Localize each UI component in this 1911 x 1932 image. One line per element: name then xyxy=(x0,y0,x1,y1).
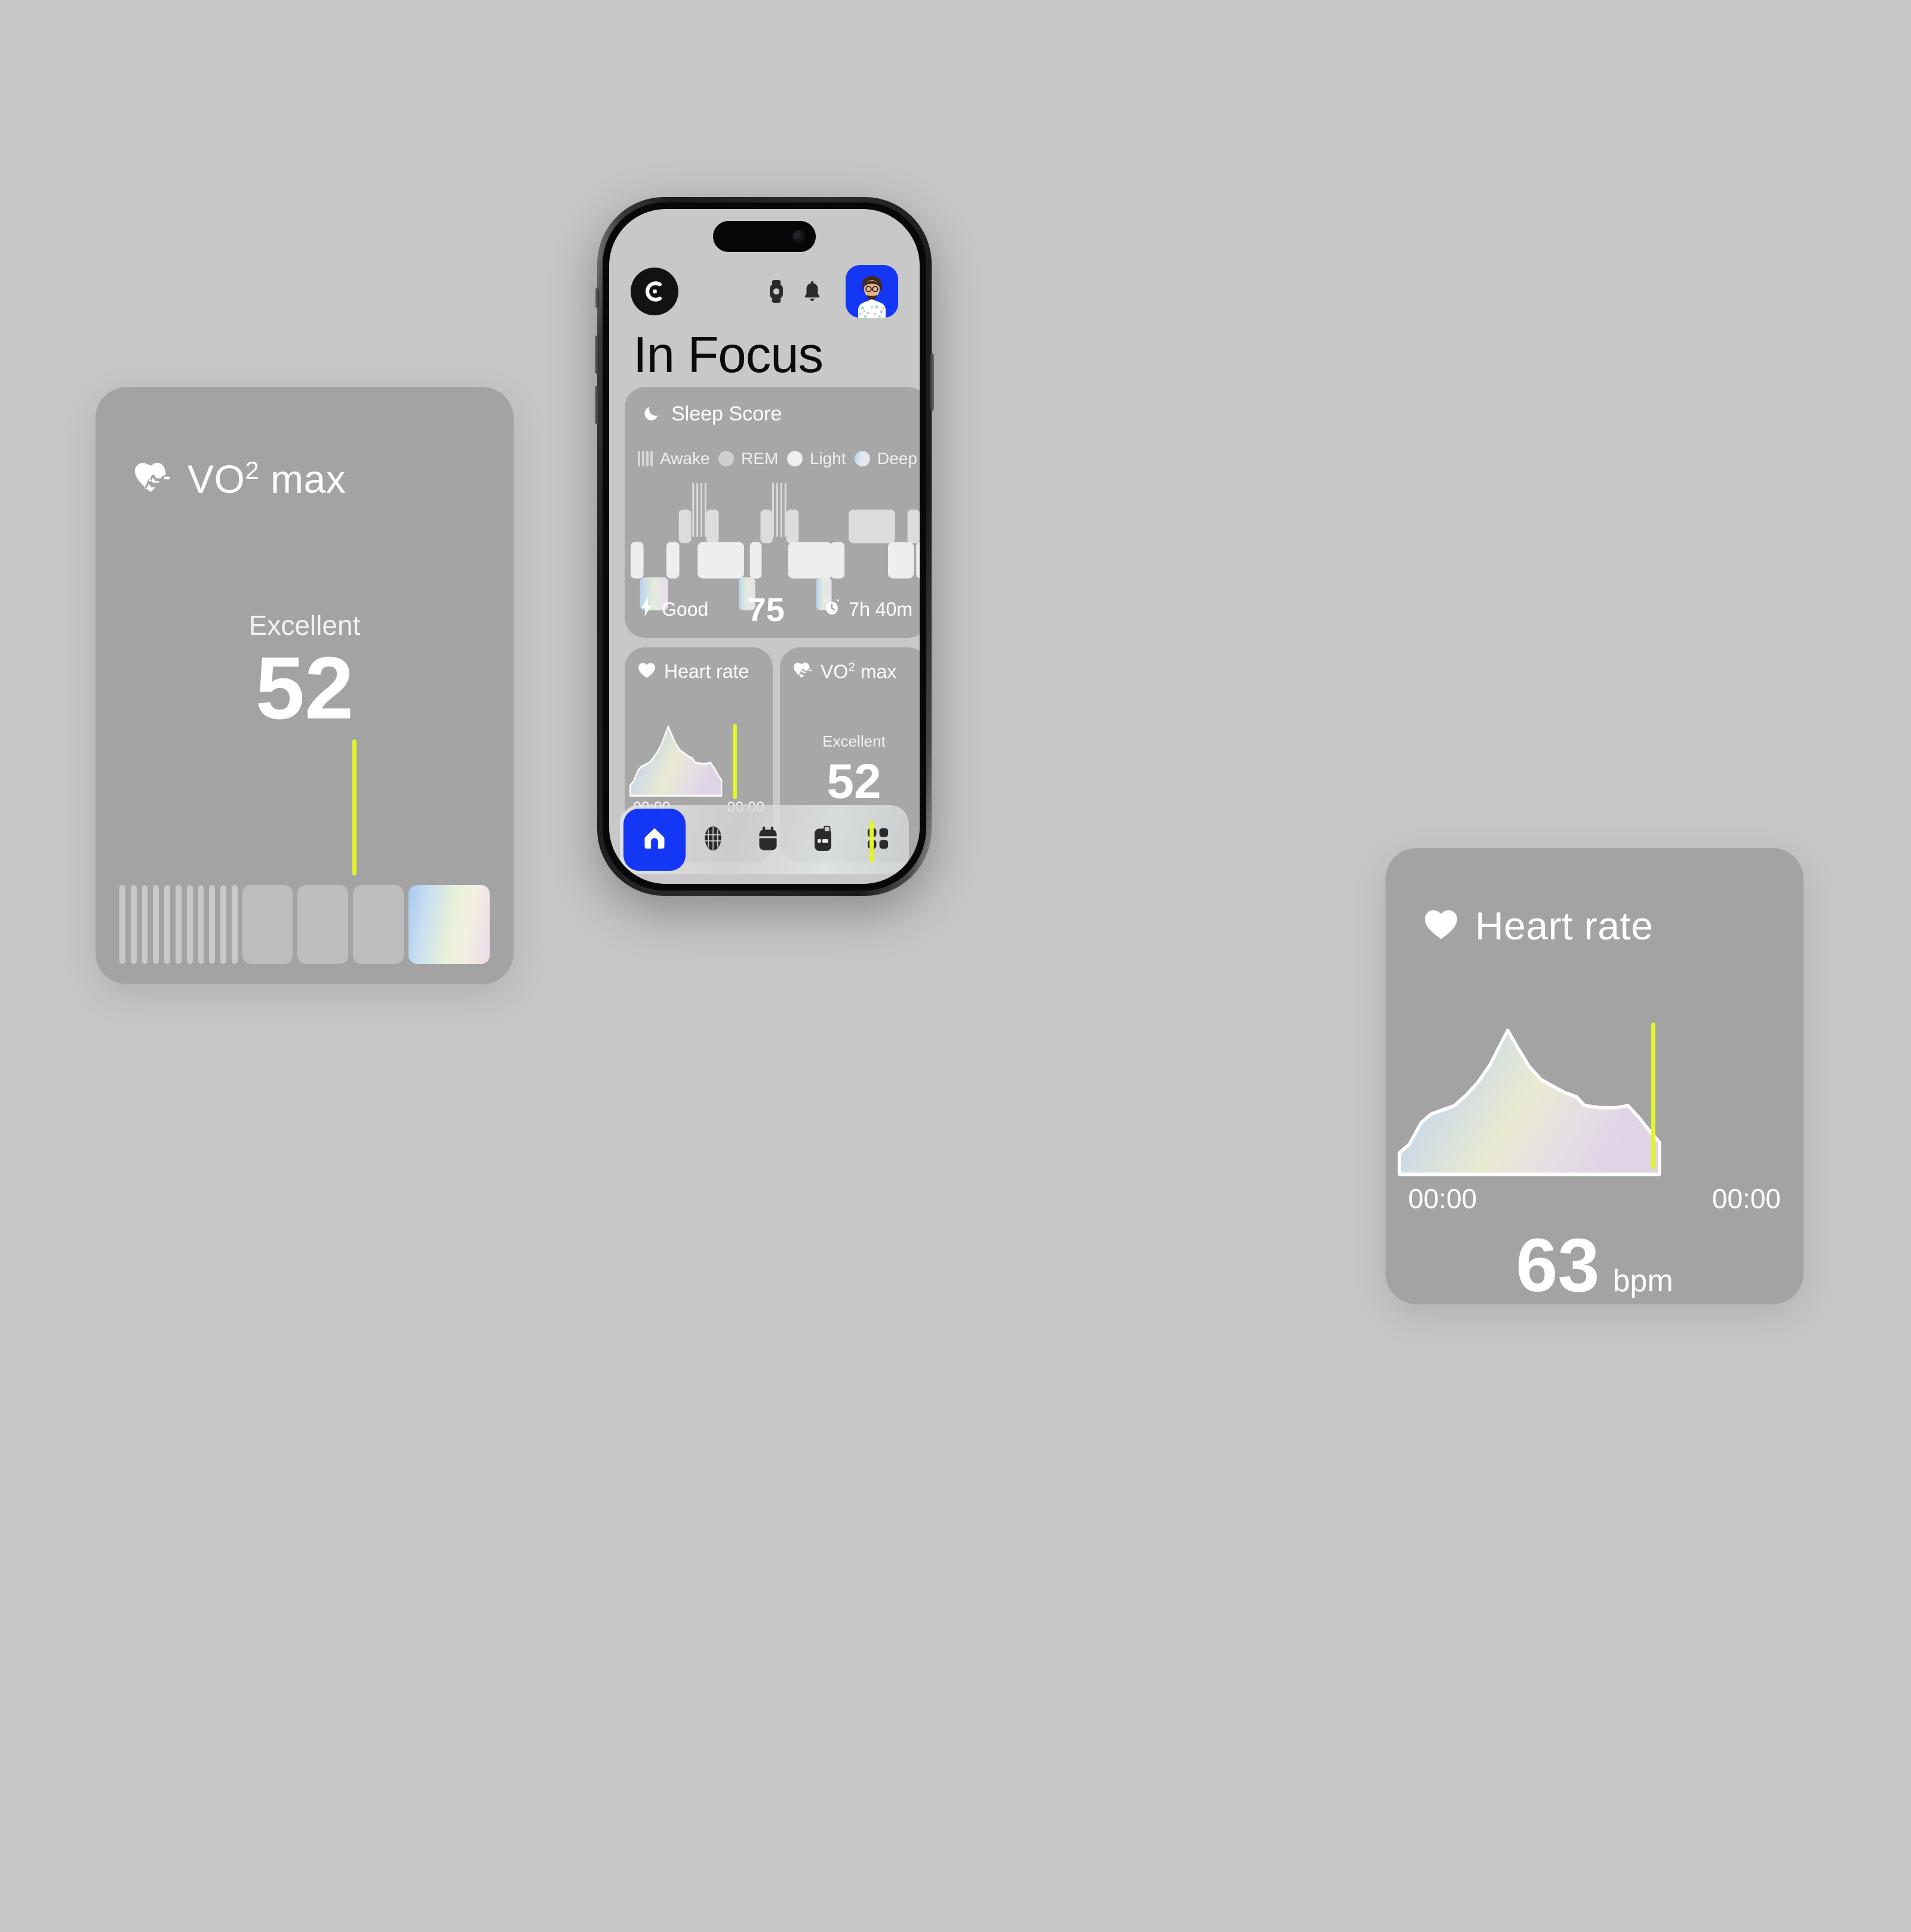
heart-rate-widget-chart xyxy=(1397,1015,1792,1177)
phone-screen: In Focus Sleep Score Awake REM Light Dee… xyxy=(609,209,920,884)
legend-dot-icon xyxy=(786,451,803,466)
heart-rate-widget-axis: 00:00 00:00 xyxy=(1408,1182,1781,1215)
sleep-hypnogram-chart xyxy=(629,478,920,610)
sleep-score-footer: Good 75 7h 40m xyxy=(640,590,913,628)
heart-rate-card-header: Heart rate xyxy=(638,661,749,683)
legend-label: Light xyxy=(809,449,846,468)
legend-item-deep: Deep xyxy=(855,449,917,468)
moon-icon xyxy=(643,403,662,425)
sleep-duration-label: 7h 40m xyxy=(849,598,913,620)
heart-icon xyxy=(638,662,656,681)
bottom-tabbar xyxy=(620,805,909,874)
legend-dot-icon xyxy=(718,451,735,466)
vo2max-card-rating: Excellent xyxy=(822,732,886,750)
volume-down-button[interactable] xyxy=(595,386,599,424)
legend-label: Awake xyxy=(660,449,710,468)
page-title: In Focus xyxy=(633,327,824,383)
lightning-bolt-icon xyxy=(640,597,653,621)
axis-end-label: 00:00 xyxy=(1712,1183,1781,1214)
vo2max-widget[interactable]: VO2 max Excellent 52 xyxy=(96,387,514,984)
alarm-clock-icon xyxy=(824,598,840,621)
tab-rewards[interactable] xyxy=(686,805,741,874)
vo2max-card-marker xyxy=(870,821,874,862)
scale-segment-4 xyxy=(352,885,404,964)
sleep-score-card[interactable]: Sleep Score Awake REM Light Deep Good 75… xyxy=(625,387,920,638)
heart-pulse-icon xyxy=(793,662,812,682)
scale-segment-stripes xyxy=(119,885,238,964)
sleep-legend: Awake REM Light Deep xyxy=(638,449,917,468)
axis-start-label: 00:00 xyxy=(1408,1183,1477,1214)
vo2max-card-title: VO2 max xyxy=(821,661,897,683)
vo2max-widget-title: VO2 max xyxy=(188,456,346,501)
home-icon xyxy=(641,825,668,855)
heart-rate-card-title: Heart rate xyxy=(664,661,749,682)
power-button[interactable] xyxy=(930,354,934,411)
vo2max-widget-value: 52 xyxy=(255,639,354,738)
tab-more[interactable] xyxy=(850,805,905,874)
scale-segment-3 xyxy=(297,885,348,964)
bell-icon[interactable] xyxy=(794,274,830,309)
heart-rate-widget-readout: 63 bpm xyxy=(1385,1222,1804,1304)
heart-icon xyxy=(1424,909,1458,943)
legend-item-awake: Awake xyxy=(638,449,710,468)
heart-rate-widget-value: 63 xyxy=(1516,1223,1600,1304)
vo2max-card-header: VO2 max xyxy=(793,661,896,683)
scale-segment-excellent xyxy=(408,885,490,964)
heart-rate-widget[interactable]: Heart rate 00:00 00:00 63 bpm xyxy=(1385,848,1804,1304)
sleep-score-header: Sleep Score xyxy=(643,403,782,426)
clipboard-icon xyxy=(812,825,834,855)
canvas: VO2 max Excellent 52 Heart rate 00:00 00… xyxy=(0,0,1911,1932)
legend-item-rem: REM xyxy=(718,449,778,468)
volume-up-button[interactable] xyxy=(595,336,599,374)
heart-rate-widget-title: Heart rate xyxy=(1475,904,1654,948)
sleep-quality: Good xyxy=(640,597,708,621)
heart-rate-widget-header: Heart rate xyxy=(1424,903,1653,948)
legend-item-light: Light xyxy=(786,449,846,468)
diamond-icon xyxy=(701,825,725,855)
calendar-icon xyxy=(756,826,780,854)
sleep-score-value: 75 xyxy=(747,590,785,628)
legend-dot-icon xyxy=(855,451,871,466)
sleep-quality-label: Good xyxy=(662,598,709,620)
dynamic-island xyxy=(713,221,816,252)
vo2max-card-value: 52 xyxy=(827,754,881,809)
legend-label: REM xyxy=(741,449,779,468)
tab-calendar[interactable] xyxy=(741,805,795,874)
vo2max-widget-marker xyxy=(352,739,357,876)
heart-rate-card-marker xyxy=(733,724,737,799)
scale-segment-2 xyxy=(242,885,293,964)
avatar[interactable] xyxy=(846,265,898,318)
silent-switch[interactable] xyxy=(595,288,599,308)
sleep-score-title: Sleep Score xyxy=(671,403,782,425)
heart-rate-card-chart xyxy=(629,719,768,797)
vo2max-widget-scale xyxy=(119,885,490,964)
stripes-icon xyxy=(638,451,653,466)
front-camera-icon xyxy=(792,230,806,243)
smartwatch-icon[interactable] xyxy=(758,274,794,309)
tab-reports[interactable] xyxy=(795,805,850,874)
phone-mockup: In Focus Sleep Score Awake REM Light Dee… xyxy=(595,197,934,896)
tab-home[interactable] xyxy=(623,809,686,871)
brand-c-logo-icon[interactable] xyxy=(631,268,678,315)
legend-label: Deep xyxy=(877,449,917,468)
vo2max-widget-header: VO2 max xyxy=(134,456,346,502)
sleep-duration: 7h 40m xyxy=(824,598,913,621)
heart-rate-widget-marker xyxy=(1651,1022,1655,1169)
heart-rate-widget-unit: bpm xyxy=(1612,1264,1673,1298)
app-header xyxy=(609,265,920,318)
heart-pulse-icon xyxy=(134,461,171,497)
vo2max-widget-rating: Excellent xyxy=(248,610,361,641)
